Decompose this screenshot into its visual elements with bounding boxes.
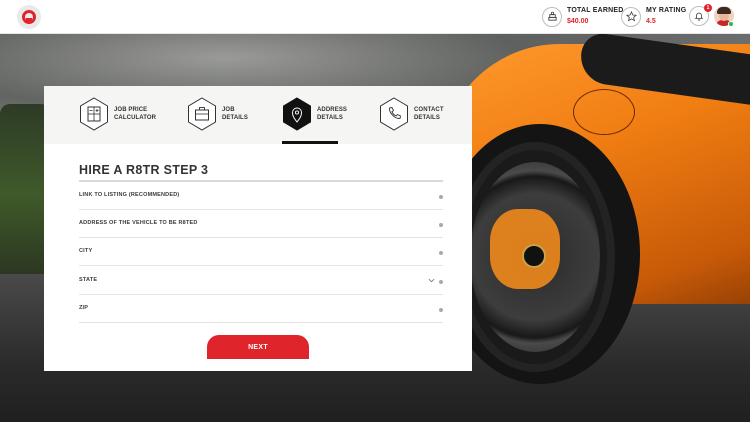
city-field[interactable]: CITY [79,238,443,266]
required-dot-icon [439,280,443,284]
step-4-line-2: DETAILS [414,115,440,121]
required-dot-icon [439,195,443,199]
r8-logo-icon[interactable] [17,5,41,29]
step-4-line-1: CONTACT [414,107,444,113]
step-address-details[interactable]: ADDRESS DETAILS [282,97,347,131]
notification-count-badge: 1 [704,4,712,12]
wizard-steps: JOB PRICE CALCULATOR JOB DETAILS ADDRESS… [44,86,472,144]
notifications-button[interactable]: 1 [689,4,712,26]
step-2-line-1: JOB [222,107,235,113]
money-stack-icon [542,6,562,27]
active-step-indicator [282,141,338,144]
next-button[interactable]: NEXT [207,335,309,359]
step-3-line-1: ADDRESS [317,107,348,113]
online-status-dot [728,21,734,27]
chevron-down-icon [428,278,435,283]
total-earned-label: TOTAL EARNED [567,7,624,14]
vehicle-address-field[interactable]: ADDRESS OF THE VEHICLE TO BE R8TED [79,210,443,238]
step-job-details[interactable]: JOB DETAILS [187,97,248,131]
step-1-line-2: CALCULATOR [114,115,157,121]
zip-field[interactable]: ZIP [79,295,443,323]
vehicle-address-label: ADDRESS OF THE VEHICLE TO BE R8TED [79,220,198,226]
required-dot-icon [439,251,443,255]
page-title: HIRE A R8TR STEP 3 [79,163,209,177]
bell-icon [694,12,704,21]
location-pin-icon [283,97,311,131]
phone-icon [380,97,408,131]
step-3-line-2: DETAILS [317,115,343,121]
step-job-price-calculator[interactable]: JOB PRICE CALCULATOR [79,97,156,131]
state-label: STATE [79,277,98,283]
my-rating-value: 4.5 [646,18,656,25]
city-label: CITY [79,248,93,254]
total-earned-value: $40.00 [567,18,589,25]
required-dot-icon [439,223,443,227]
zip-label: ZIP [79,305,89,311]
my-rating[interactable]: MY RATING 4.5 [621,6,686,27]
briefcase-icon [188,97,216,131]
step-1-line-1: JOB PRICE [114,107,148,113]
calculator-icon [80,97,108,131]
step-2-line-2: DETAILS [222,115,248,121]
total-earned[interactable]: TOTAL EARNED $40.00 [542,6,623,27]
star-icon [621,6,641,27]
step-contact-details[interactable]: CONTACT DETAILS [379,97,444,131]
top-header: TOTAL EARNED $40.00 MY RATING 4.5 1 [0,0,750,34]
state-select[interactable]: STATE [79,267,443,295]
listing-link-field[interactable]: LINK TO LISTING (RECOMMENDED) [79,182,443,210]
required-dot-icon [439,308,443,312]
listing-link-label: LINK TO LISTING (RECOMMENDED) [79,192,180,198]
my-rating-label: MY RATING [646,7,687,14]
hire-wizard-card: JOB PRICE CALCULATOR JOB DETAILS ADDRESS… [44,86,472,371]
